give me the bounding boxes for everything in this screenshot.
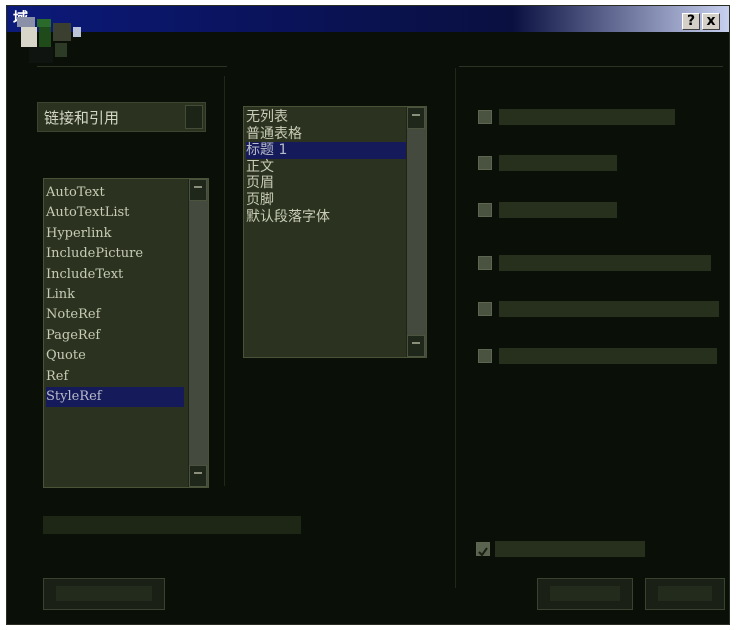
- help-icon: ?: [686, 13, 696, 29]
- field-name-item[interactable]: StyleRef: [46, 387, 184, 407]
- option-label-6: [499, 348, 717, 364]
- field-name-item[interactable]: PageRef: [46, 326, 184, 346]
- preserve-format-label: [495, 541, 645, 557]
- style-name-item[interactable]: 正文: [246, 159, 406, 176]
- categories-value: 链接和引用: [44, 109, 120, 127]
- field-name-item[interactable]: AutoText: [46, 183, 184, 203]
- ok-button[interactable]: [537, 578, 633, 610]
- categories-combo[interactable]: 链接和引用: [37, 102, 206, 132]
- field-dialog-window: 域 ? x 链接和引用 AutoTextAutoTextListHyperlin…: [6, 5, 730, 625]
- close-button[interactable]: x: [702, 13, 720, 30]
- field-codes-button[interactable]: [43, 578, 165, 610]
- field-dialog-icon: [17, 17, 81, 63]
- column-separator: [224, 76, 225, 486]
- field-names-list[interactable]: AutoText AutoTextList Hyperlink IncludePict…: [43, 178, 209, 488]
- option-label-5: [499, 301, 719, 317]
- scroll-up-icon[interactable]: [407, 107, 425, 129]
- help-button[interactable]: ?: [682, 13, 700, 30]
- field-name-item[interactable]: IncludeText: [46, 265, 184, 285]
- scroll-down-icon[interactable]: [407, 335, 425, 357]
- scroll-down-icon[interactable]: [189, 465, 207, 487]
- style-name-item[interactable]: 标题 1: [246, 142, 406, 160]
- title-bar: 域 ? x: [7, 6, 729, 32]
- option-label-2: [499, 155, 617, 171]
- option-label-1: [499, 109, 675, 125]
- group-line-options: [459, 66, 723, 67]
- style-name-item[interactable]: 页眉: [246, 175, 406, 192]
- field-name-item[interactable]: AutoTextList: [46, 203, 184, 223]
- field-name-item[interactable]: Quote: [46, 346, 184, 366]
- option-checkbox-4[interactable]: [478, 256, 492, 270]
- style-names-list[interactable]: 无列表 普通表格 标题 1 正文 页眉 页脚 默认段落字体: [243, 106, 427, 358]
- field-name-item[interactable]: Ref: [46, 367, 184, 387]
- field-name-item[interactable]: IncludePicture: [46, 244, 184, 264]
- option-checkbox-6[interactable]: [478, 349, 492, 363]
- option-label-4: [499, 255, 711, 271]
- field-name-item[interactable]: NoteRef: [46, 305, 184, 325]
- field-description: [43, 516, 301, 534]
- style-name-item[interactable]: 普通表格: [246, 126, 406, 143]
- field-name-item[interactable]: Link: [46, 285, 184, 305]
- style-name-item[interactable]: 页脚: [246, 192, 406, 209]
- field-name-item[interactable]: Hyperlink: [46, 224, 184, 244]
- style-name-item[interactable]: 无列表: [246, 109, 406, 126]
- option-checkbox-1[interactable]: [478, 110, 492, 124]
- option-label-3: [499, 202, 617, 218]
- close-icon: x: [706, 13, 716, 29]
- cancel-button[interactable]: [645, 578, 725, 610]
- option-checkbox-2[interactable]: [478, 156, 492, 170]
- style-list-scrollbar[interactable]: [406, 107, 426, 357]
- option-checkbox-5[interactable]: [478, 302, 492, 316]
- group-line-field-select: [37, 66, 227, 67]
- options-separator: [455, 68, 456, 588]
- field-list-scrollbar[interactable]: [188, 179, 208, 487]
- scroll-up-icon[interactable]: [189, 179, 207, 201]
- option-checkbox-3[interactable]: [478, 203, 492, 217]
- style-name-item[interactable]: 默认段落字体: [246, 209, 406, 226]
- preserve-format-checkbox[interactable]: [476, 542, 490, 557]
- checkmark-icon: [478, 547, 488, 557]
- dropdown-arrow-icon[interactable]: [185, 105, 203, 129]
